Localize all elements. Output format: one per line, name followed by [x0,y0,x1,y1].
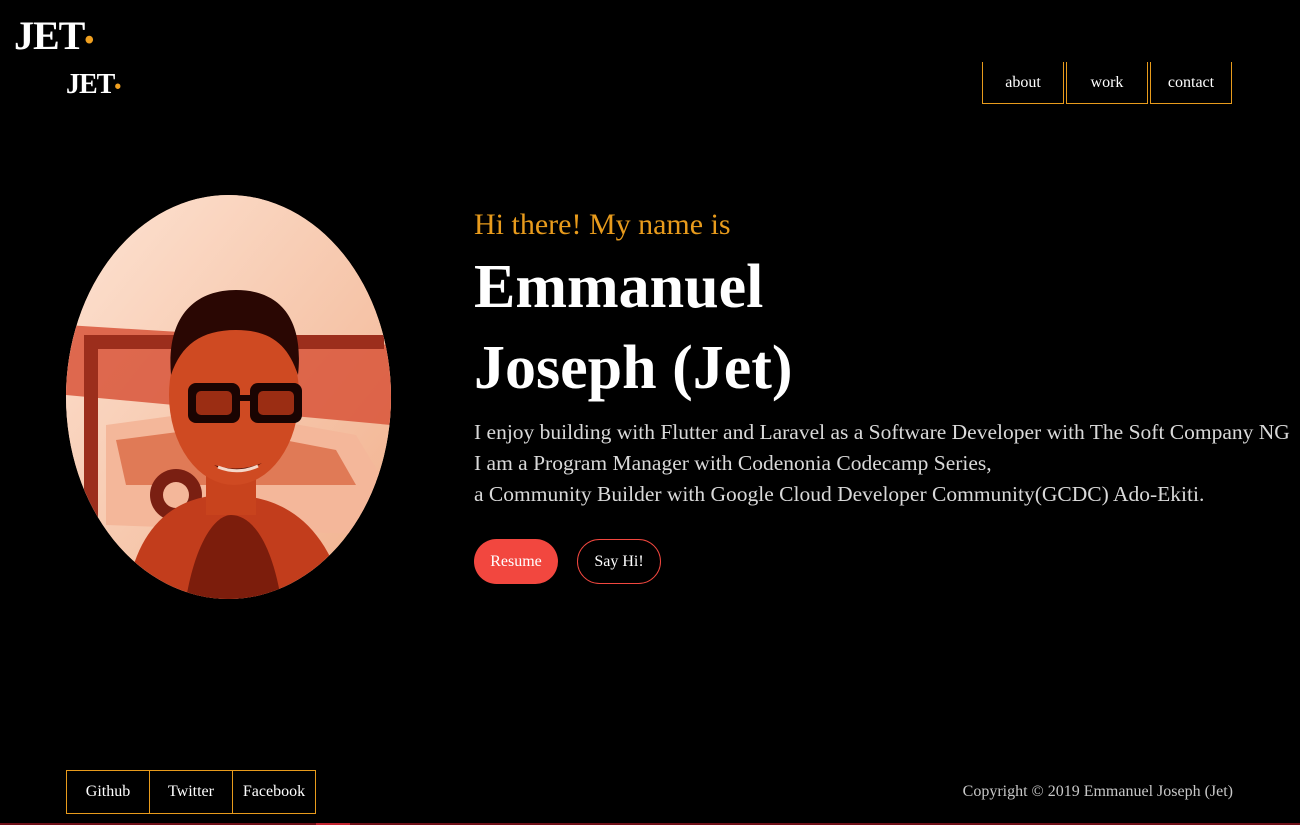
bio-line: I am a Program Manager with Codenonia Co… [474,451,992,475]
profile-photo-illustration [66,195,391,599]
nav-work-button[interactable]: work [1066,62,1148,104]
header-logo[interactable]: JET• [66,69,121,100]
name-heading-line2: Joseph (Jet) [474,334,793,402]
nav-contact-button[interactable]: contact [1150,62,1232,104]
top-nav: about work contact [982,62,1232,104]
portfolio-page: JET• JET• about work contact Hi there! M… [0,0,1300,825]
twitter-link[interactable]: Twitter [149,770,233,814]
social-links: Github Twitter Facebook [66,770,316,814]
bio-line: a Community Builder with Google Cloud De… [474,482,1205,506]
resume-button[interactable]: Resume [474,539,558,584]
header-logo-text: JET [66,69,115,100]
logo-dot-icon: • [114,77,121,98]
bio-line: I enjoy building with Flutter and Larave… [474,420,1290,444]
profile-photo [66,195,391,599]
corner-logo[interactable]: JET• [14,13,94,58]
name-heading-line1: Emmanuel [474,253,764,321]
logo-dot-icon: • [84,25,94,56]
greeting-text: Hi there! My name is [474,208,731,241]
say-hi-button[interactable]: Say Hi! [577,539,661,584]
nav-about-button[interactable]: about [982,62,1064,104]
copyright-text: Copyright © 2019 Emmanuel Joseph (Jet) [962,783,1233,800]
corner-logo-text: JET [14,13,85,58]
facebook-link[interactable]: Facebook [232,770,316,814]
github-link[interactable]: Github [66,770,150,814]
